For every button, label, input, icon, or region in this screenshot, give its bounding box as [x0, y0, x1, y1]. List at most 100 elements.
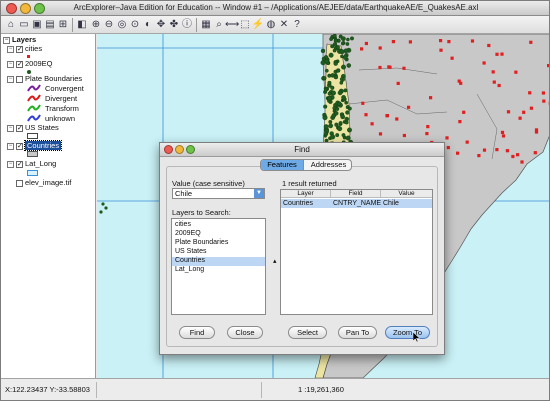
- splitter-handle[interactable]: ▴: [273, 257, 277, 265]
- pan-icon[interactable]: ✥: [154, 18, 168, 32]
- city-point: [497, 83, 501, 88]
- layer-item-plate-boundaries[interactable]: − Plate Boundaries: [7, 74, 82, 83]
- collapse-toggle-icon[interactable]: −: [3, 36, 10, 44]
- toolbar-separator: [72, 18, 73, 32]
- layer-item-elev-image[interactable]: elev_image.tif: [16, 178, 71, 187]
- layer-item-us-states[interactable]: − ✓ US States: [7, 123, 59, 132]
- clear-icon[interactable]: ✕: [277, 18, 291, 32]
- open-icon[interactable]: ▭: [17, 18, 31, 32]
- list-item[interactable]: Plate Boundaries: [174, 239, 265, 248]
- layer-checkbox[interactable]: ✓: [16, 45, 23, 53]
- column-header[interactable]: Value: [381, 190, 432, 198]
- list-item-selected[interactable]: Countries: [172, 257, 265, 266]
- add-layer-icon[interactable]: ⊞: [56, 18, 70, 32]
- city-point: [477, 154, 481, 158]
- layer-checkbox[interactable]: ✓: [16, 142, 23, 150]
- list-item[interactable]: US States: [174, 248, 265, 257]
- buffer-icon[interactable]: ◍: [264, 18, 278, 32]
- layer-item-countries[interactable]: − ✓ Countries: [7, 140, 63, 151]
- table-cell[interactable]: Chile: [381, 199, 432, 208]
- expand-toggle-icon[interactable]: −: [7, 160, 14, 168]
- layer-item-lat-long[interactable]: − ✓ Lat_Long: [7, 159, 56, 168]
- layers-to-search-list[interactable]: cities 2009EQ Plate Boundaries US States…: [171, 218, 266, 315]
- layer-checkbox[interactable]: ✓: [16, 60, 23, 68]
- layer-checkbox[interactable]: [16, 179, 23, 187]
- city-point: [426, 125, 430, 129]
- layer-item-cities[interactable]: − ✓ cities: [7, 44, 42, 53]
- city-point: [361, 101, 365, 105]
- save-icon[interactable]: ▣: [30, 18, 44, 32]
- earthquake-point: [322, 115, 328, 121]
- city-point: [534, 130, 539, 134]
- chevron-down-icon[interactable]: ▼: [254, 189, 264, 198]
- find-button[interactable]: Find: [179, 326, 215, 339]
- layer-label: elev_image.tif: [25, 178, 72, 187]
- remove-layer-icon[interactable]: ◧: [75, 18, 89, 32]
- layer-checkbox[interactable]: ✓: [16, 160, 23, 168]
- full-extent-icon[interactable]: ◎: [115, 18, 129, 32]
- find-tabs: Features Addresses: [260, 159, 352, 171]
- select-button[interactable]: Select: [288, 326, 327, 339]
- earthquake-point: [340, 41, 345, 46]
- expand-toggle-icon[interactable]: −: [7, 124, 14, 132]
- query-icon[interactable]: ▦: [199, 18, 213, 32]
- city-point: [506, 110, 511, 114]
- measure-icon[interactable]: ⟷: [225, 18, 239, 32]
- earthquake-point: [321, 56, 326, 61]
- city-point: [533, 151, 537, 155]
- zoom-active-icon[interactable]: ⊙: [128, 18, 142, 32]
- table-cell[interactable]: CNTRY_NAME: [331, 199, 381, 208]
- find-dialog-title: Find: [294, 145, 310, 154]
- convergent-line-icon: [27, 84, 41, 92]
- earthquake-point: [339, 49, 345, 55]
- column-header[interactable]: Layer: [281, 190, 331, 198]
- new-icon[interactable]: ⌂: [4, 18, 18, 32]
- earthquake-point: [327, 91, 332, 96]
- layer-item-2009eq[interactable]: − ✓ 2009EQ: [7, 59, 53, 68]
- value-field[interactable]: Chile: [172, 188, 265, 199]
- column-header[interactable]: Field: [331, 190, 381, 198]
- layer-checkbox[interactable]: ✓: [16, 124, 23, 132]
- table-cell[interactable]: Countries: [281, 199, 331, 208]
- legend-label: Convergent: [45, 84, 84, 93]
- layer-checkbox[interactable]: [16, 75, 23, 83]
- expand-toggle-icon[interactable]: −: [7, 45, 14, 53]
- list-item[interactable]: Lat_Long: [174, 266, 265, 275]
- zoom-to-button[interactable]: Zoom To: [385, 326, 430, 339]
- hyperlink-icon[interactable]: ⚡: [251, 18, 265, 32]
- select-icon[interactable]: ⬚: [238, 18, 252, 32]
- zoom-in-icon[interactable]: ⊕: [89, 18, 103, 32]
- close-button[interactable]: Close: [227, 326, 263, 339]
- earthquake-point: [340, 114, 346, 120]
- earthquake-point: [345, 110, 350, 115]
- identify-icon[interactable]: ⓘ: [180, 18, 194, 32]
- list-item[interactable]: cities: [174, 221, 265, 230]
- pan-direction-icon[interactable]: ✤: [167, 18, 181, 32]
- earthquake-point: [332, 34, 337, 39]
- find-icon[interactable]: ⌕: [212, 18, 226, 32]
- status-divider: [261, 382, 262, 398]
- expand-toggle-icon[interactable]: −: [7, 75, 14, 83]
- earthquake-point: [324, 68, 329, 73]
- tab-features[interactable]: Features: [261, 160, 304, 170]
- earthquake-point: [331, 90, 336, 96]
- tab-addresses[interactable]: Addresses: [305, 160, 351, 170]
- earthquake-point: [343, 88, 348, 93]
- zoom-previous-icon[interactable]: ◐: [141, 18, 155, 32]
- print-icon[interactable]: ▤: [43, 18, 57, 32]
- city-point: [495, 52, 499, 56]
- earthquake-point: [336, 68, 341, 73]
- earthquake-point: [328, 119, 333, 124]
- zoom-out-icon[interactable]: ⊖: [102, 18, 116, 32]
- city-point: [385, 114, 389, 118]
- list-item[interactable]: 2009EQ: [174, 230, 265, 239]
- earthquake-point: [337, 101, 342, 106]
- help-icon[interactable]: ?: [290, 18, 304, 32]
- expand-toggle-icon[interactable]: −: [7, 60, 14, 68]
- toolbar-separator: [196, 18, 197, 32]
- earthquake-point: [332, 42, 338, 47]
- results-table[interactable]: Layer Field Value Countries CNTRY_NAME C…: [280, 189, 433, 315]
- expand-toggle-icon[interactable]: −: [7, 142, 14, 150]
- pan-to-button[interactable]: Pan To: [338, 326, 377, 339]
- layers-root[interactable]: − Layers: [3, 35, 36, 44]
